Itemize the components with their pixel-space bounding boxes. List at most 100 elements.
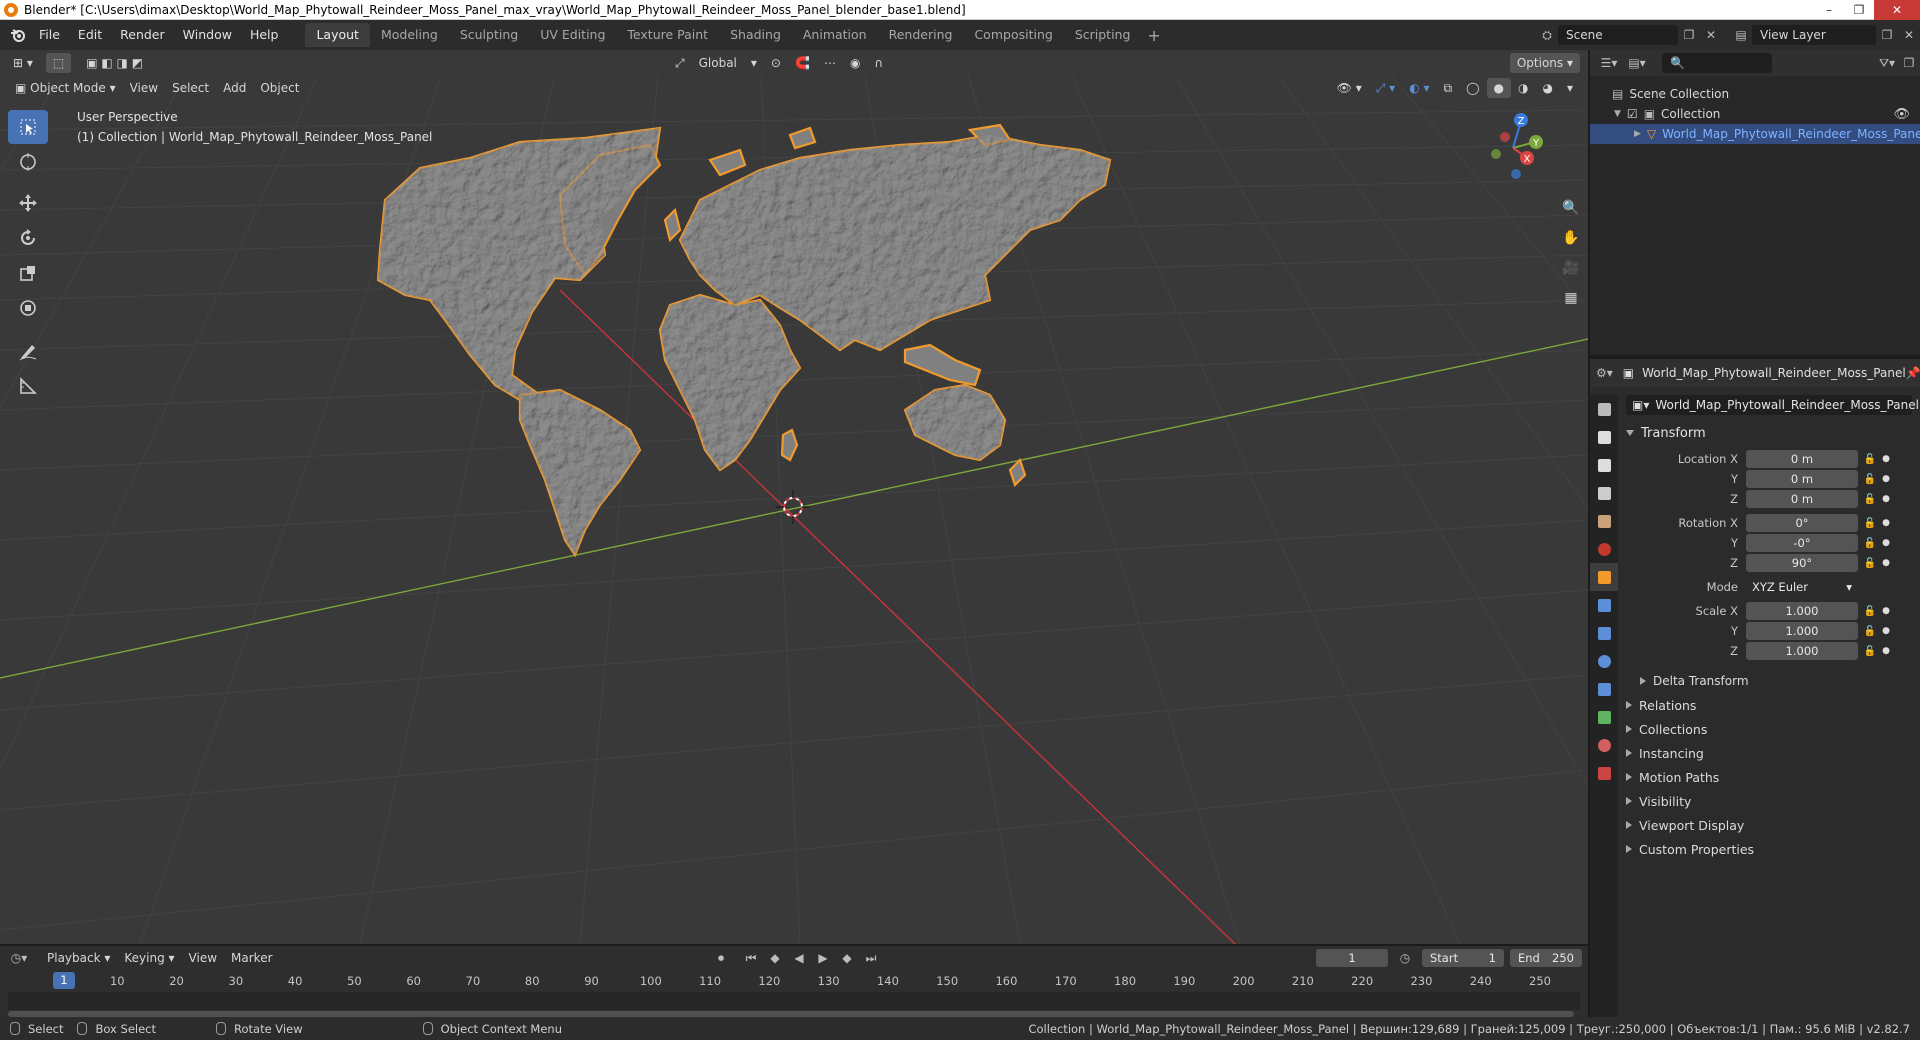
constraints-tab-icon[interactable]	[1590, 675, 1618, 703]
navigation-gizmo[interactable]: Z Y X	[1468, 108, 1588, 248]
move-tool-icon[interactable]	[8, 186, 48, 220]
viewport-menu-add[interactable]: Add	[216, 78, 253, 98]
object-tab-icon[interactable]	[1590, 563, 1618, 591]
minimize-button[interactable]: –	[1814, 0, 1844, 20]
gizmo-toggle-icon[interactable]: ⤢ ▾	[1369, 78, 1402, 98]
scene-name-field[interactable]: Scene	[1558, 25, 1678, 45]
keyframe-dot-icon[interactable]: ●	[1880, 606, 1892, 616]
frame-tick-label[interactable]: 150	[936, 974, 958, 988]
frame-tick-label[interactable]: 70	[466, 974, 481, 988]
clock-icon[interactable]: ◷	[1394, 948, 1416, 968]
end-frame-field[interactable]: End 250	[1510, 949, 1582, 967]
view-layer-field[interactable]: View Layer	[1752, 25, 1876, 45]
frame-tick-label[interactable]: 160	[995, 974, 1017, 988]
texture-tab-icon[interactable]	[1590, 759, 1618, 787]
rotation-z-field[interactable]: 90°	[1746, 554, 1858, 572]
blender-menu-icon[interactable]	[6, 20, 30, 50]
frame-tick-label[interactable]: 170	[1055, 974, 1077, 988]
next-keyframe-icon[interactable]: ◆	[836, 948, 858, 968]
frame-tick-label[interactable]: 50	[347, 974, 362, 988]
visibility-icon[interactable]: 👁 ▾	[1330, 78, 1369, 98]
pivot-point-icon[interactable]: ⊙	[764, 53, 788, 73]
scale-z-field[interactable]: 1.000	[1746, 642, 1858, 660]
particles-tab-icon[interactable]	[1590, 619, 1618, 647]
object-name-field[interactable]: ▣▾ World_Map_Phytowall_Reindeer_Moss_Pan…	[1626, 395, 1919, 415]
outliner-search-input[interactable]: 🔍	[1662, 53, 1772, 73]
tool-tab-icon[interactable]	[1590, 395, 1618, 423]
snap-icon[interactable]: 🧲	[788, 53, 817, 73]
marker-menu[interactable]: Marker	[224, 948, 279, 968]
keyframe-dot-icon[interactable]: ●	[1880, 518, 1892, 528]
orientation-icon[interactable]: ⤢	[668, 53, 692, 73]
frame-tick-label[interactable]: 120	[758, 974, 780, 988]
frame-tick-label[interactable]: 80	[525, 974, 540, 988]
delta-transform-panel[interactable]: Delta Transform	[1618, 669, 1920, 693]
timeline-ruler[interactable]: 1 10 20 30 40 50 60 70 80 90 100 110 120 130 140 150 160…	[8, 972, 1580, 990]
shading-material-icon[interactable]: ◑	[1511, 78, 1535, 98]
3d-viewport[interactable]: ⊞ ▾ ⬚ ▣ ◧ ◨ ◩ ⤢ Global ▾ ⊙ 🧲 ⋯ ◉ ∩ Optio…	[0, 50, 1588, 944]
collections-panel[interactable]: Collections	[1618, 717, 1920, 741]
keyframe-dot-icon[interactable]: ●	[1880, 626, 1892, 636]
eye-icon[interactable]: 👁	[1893, 107, 1910, 122]
viewport-menu-object[interactable]: Object	[253, 78, 306, 98]
keyframe-dot-icon[interactable]: ●	[1880, 646, 1892, 656]
data-tab-icon[interactable]	[1590, 703, 1618, 731]
new-view-layer-icon[interactable]: ❐	[1876, 25, 1898, 45]
lock-icon[interactable]: 🔓	[1860, 558, 1880, 569]
play-reverse-icon[interactable]: ◀	[788, 948, 810, 968]
location-y-field[interactable]: 0 m	[1746, 470, 1858, 488]
keyframe-dot-icon[interactable]: ●	[1880, 558, 1892, 568]
camera-view-icon[interactable]: 🎥	[1558, 255, 1584, 281]
tab-texture-paint[interactable]: Texture Paint	[616, 23, 719, 47]
frame-tick-label[interactable]: 110	[699, 974, 721, 988]
scale-tool-icon[interactable]	[8, 256, 48, 290]
tab-layout[interactable]: Layout	[305, 23, 370, 47]
keyframe-dot-icon[interactable]: ●	[1880, 474, 1892, 484]
menu-help[interactable]: Help	[241, 20, 288, 50]
delete-scene-icon[interactable]: ✕	[1700, 25, 1722, 45]
menu-edit[interactable]: Edit	[69, 20, 111, 50]
chevron-down-icon[interactable]: ▾	[744, 53, 764, 73]
tab-rendering[interactable]: Rendering	[878, 23, 964, 47]
timeline-track[interactable]	[8, 992, 1580, 1010]
physics-tab-icon[interactable]	[1590, 647, 1618, 675]
shading-solid-icon[interactable]: ●	[1486, 78, 1511, 98]
close-button[interactable]: ✕	[1874, 0, 1920, 20]
keying-menu[interactable]: Keying ▾	[117, 948, 181, 968]
expand-icon[interactable]: ▶	[1634, 129, 1641, 139]
object-mode-dropdown[interactable]: ▣ Object Mode ▾	[8, 78, 123, 98]
tab-shading[interactable]: Shading	[719, 23, 792, 47]
frame-tick-label[interactable]: 100	[640, 974, 662, 988]
material-tab-icon[interactable]	[1590, 731, 1618, 759]
lock-icon[interactable]: 🔓	[1860, 474, 1880, 485]
timeline-editor-icon[interactable]: ◷▾	[8, 948, 30, 968]
lock-icon[interactable]: 🔓	[1860, 494, 1880, 505]
current-frame-indicator[interactable]: 1	[52, 972, 75, 989]
visibility-panel[interactable]: Visibility	[1618, 789, 1920, 813]
selection-mode-icons[interactable]: ▣ ◧ ◨ ◩	[79, 53, 150, 73]
view-layer-tab-icon[interactable]	[1590, 479, 1618, 507]
custom-properties-panel[interactable]: Custom Properties	[1618, 837, 1920, 861]
tab-scripting[interactable]: Scripting	[1064, 23, 1142, 47]
frame-tick-label[interactable]: 20	[169, 974, 184, 988]
keyframe-dot-icon[interactable]: ●	[1880, 454, 1892, 464]
scale-x-field[interactable]: 1.000	[1746, 602, 1858, 620]
frame-tick-label[interactable]: 210	[1292, 974, 1314, 988]
filter-icon[interactable]: ⛛▾	[1876, 53, 1898, 73]
snap-target-icon[interactable]: ⋯	[817, 53, 843, 73]
add-workspace-icon[interactable]: +	[1141, 26, 1166, 45]
playback-menu[interactable]: Playback ▾	[40, 948, 117, 968]
viewport-menu-view[interactable]: View	[123, 78, 165, 98]
relations-panel[interactable]: Relations	[1618, 693, 1920, 717]
menu-window[interactable]: Window	[174, 20, 241, 50]
tab-modeling[interactable]: Modeling	[370, 23, 449, 47]
select-tool-icon[interactable]: ⬚	[45, 53, 72, 73]
render-tab-icon[interactable]	[1590, 423, 1618, 451]
frame-tick-label[interactable]: 190	[1173, 974, 1195, 988]
lock-icon[interactable]: 🔓	[1860, 518, 1880, 529]
viewport-menu-select[interactable]: Select	[165, 78, 216, 98]
overlay-toggle-icon[interactable]: ◐ ▾	[1402, 78, 1436, 98]
tab-animation[interactable]: Animation	[792, 23, 878, 47]
rotation-y-field[interactable]: -0°	[1746, 534, 1858, 552]
proportional-edit-icon[interactable]: ◉	[843, 53, 867, 73]
